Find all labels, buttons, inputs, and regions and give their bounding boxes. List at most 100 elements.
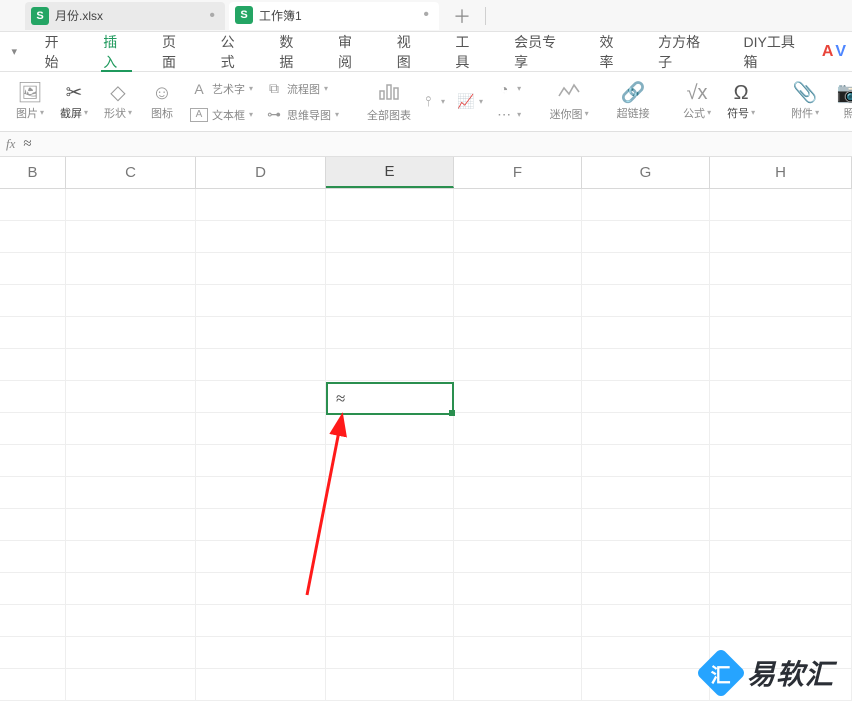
cell[interactable] <box>454 669 582 700</box>
cell[interactable] <box>196 541 326 572</box>
ribbon-chart-col-button[interactable]: ⫯▾ <box>415 90 449 114</box>
ribbon-screenshot-button[interactable]: ✂ 截屏▾ <box>52 76 96 128</box>
cell[interactable] <box>582 573 710 604</box>
table-row[interactable] <box>0 349 852 381</box>
ribbon-hyperlink-button[interactable]: 🔗 超链接 <box>611 76 655 128</box>
cell[interactable] <box>66 317 196 348</box>
cell[interactable] <box>66 605 196 636</box>
cell[interactable] <box>66 445 196 476</box>
cell[interactable] <box>326 477 454 508</box>
table-row[interactable] <box>0 573 852 605</box>
ribbon-flowchart-button[interactable]: ⧉ 流程图▾ <box>261 77 343 101</box>
cell[interactable] <box>582 669 710 700</box>
cell[interactable] <box>454 509 582 540</box>
cell[interactable] <box>196 381 326 412</box>
cell[interactable] <box>582 509 710 540</box>
cell[interactable] <box>710 541 852 572</box>
cell[interactable] <box>196 349 326 380</box>
menu-ai-logo[interactable]: AV <box>822 43 846 61</box>
cell[interactable] <box>0 573 66 604</box>
menu-formula[interactable]: 公式 <box>205 32 264 72</box>
cell[interactable] <box>66 285 196 316</box>
menu-data[interactable]: 数据 <box>263 32 322 72</box>
cell[interactable] <box>66 381 196 412</box>
cell[interactable] <box>0 221 66 252</box>
cell[interactable] <box>0 349 66 380</box>
cell[interactable] <box>582 285 710 316</box>
cell[interactable] <box>66 189 196 220</box>
cell[interactable] <box>454 605 582 636</box>
doc-tab-1[interactable]: S 月份.xlsx • <box>25 2 225 30</box>
cell[interactable] <box>582 445 710 476</box>
cell[interactable] <box>0 317 66 348</box>
cell[interactable] <box>710 349 852 380</box>
cell[interactable] <box>66 221 196 252</box>
cell[interactable] <box>66 253 196 284</box>
ribbon-allcharts-button[interactable]: 全部图表 <box>365 76 413 128</box>
cell[interactable] <box>0 509 66 540</box>
table-row[interactable] <box>0 221 852 253</box>
fx-label[interactable]: fx <box>6 136 15 152</box>
col-header-g[interactable]: G <box>582 157 710 188</box>
cell[interactable] <box>196 285 326 316</box>
cell[interactable] <box>66 349 196 380</box>
menu-view[interactable]: 视图 <box>381 32 440 72</box>
ribbon-textbox-button[interactable]: A 文本框▾ <box>186 103 257 127</box>
cell[interactable] <box>710 605 852 636</box>
cell[interactable] <box>66 669 196 700</box>
cell[interactable] <box>66 573 196 604</box>
table-row[interactable] <box>0 541 852 573</box>
cell[interactable] <box>582 317 710 348</box>
table-row[interactable] <box>0 413 852 445</box>
ribbon-formula-button[interactable]: √x 公式▾ <box>675 76 719 128</box>
cell[interactable] <box>710 221 852 252</box>
menu-efficiency[interactable]: 效率 <box>583 32 642 72</box>
ribbon-mindmap-button[interactable]: ⊶ 思维导图▾ <box>261 103 343 127</box>
cell[interactable] <box>196 445 326 476</box>
cell[interactable] <box>0 413 66 444</box>
cell[interactable] <box>66 541 196 572</box>
col-header-c[interactable]: C <box>66 157 196 188</box>
cell[interactable] <box>326 509 454 540</box>
cell[interactable] <box>196 221 326 252</box>
table-row[interactable] <box>0 445 852 477</box>
cell[interactable] <box>710 189 852 220</box>
ribbon-symbol-button[interactable]: Ω 符号▾ <box>719 76 763 128</box>
col-header-d[interactable]: D <box>196 157 326 188</box>
cell[interactable] <box>710 285 852 316</box>
col-header-b[interactable]: B <box>0 157 66 188</box>
cell[interactable] <box>326 349 454 380</box>
menu-review[interactable]: 审阅 <box>322 32 381 72</box>
cell[interactable] <box>326 253 454 284</box>
cell[interactable] <box>0 669 66 700</box>
table-row[interactable] <box>0 381 852 413</box>
cell[interactable] <box>326 605 454 636</box>
cell[interactable] <box>326 381 454 412</box>
cell[interactable] <box>454 285 582 316</box>
cell[interactable] <box>582 637 710 668</box>
ribbon-picture-button[interactable]: 🖼 图片▾ <box>8 76 52 128</box>
cell[interactable] <box>0 477 66 508</box>
cell[interactable] <box>196 605 326 636</box>
ribbon-shape-button[interactable]: ◇ 形状▾ <box>96 76 140 128</box>
cell[interactable] <box>710 253 852 284</box>
cell[interactable] <box>454 413 582 444</box>
cell[interactable] <box>582 253 710 284</box>
cell[interactable] <box>710 317 852 348</box>
cell[interactable] <box>454 541 582 572</box>
menu-page[interactable]: 页面 <box>146 32 205 72</box>
cell[interactable] <box>66 477 196 508</box>
table-row[interactable] <box>0 477 852 509</box>
cell[interactable] <box>0 381 66 412</box>
cell[interactable] <box>196 669 326 700</box>
menu-square[interactable]: 方方格子 <box>642 32 727 72</box>
cell[interactable] <box>196 253 326 284</box>
cell[interactable] <box>454 381 582 412</box>
cell[interactable] <box>326 413 454 444</box>
table-row[interactable] <box>0 605 852 637</box>
cell[interactable] <box>582 189 710 220</box>
new-tab-button[interactable]: ＋ <box>443 3 481 29</box>
cell[interactable] <box>326 221 454 252</box>
cell[interactable] <box>326 445 454 476</box>
cell[interactable] <box>582 477 710 508</box>
